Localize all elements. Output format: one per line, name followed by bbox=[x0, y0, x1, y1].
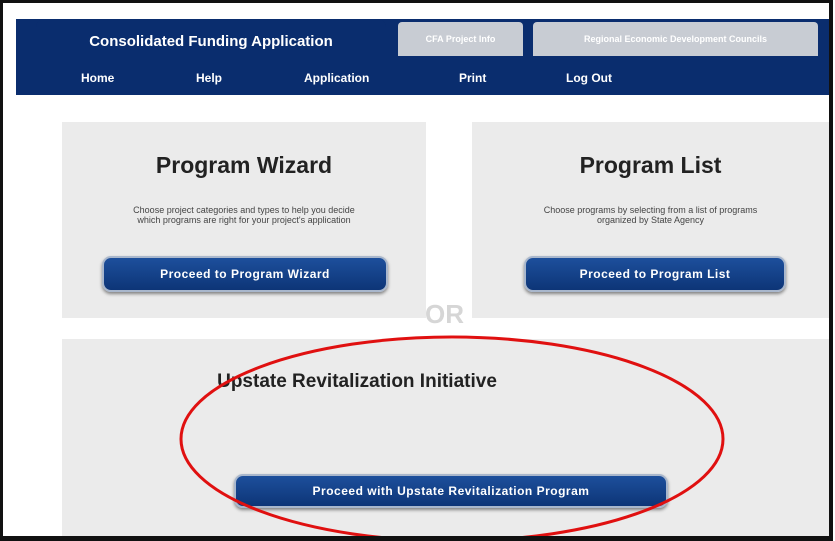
screenshot-frame: Consolidated Funding Application CFA Pro… bbox=[0, 0, 833, 541]
red-ellipse-annotation bbox=[179, 335, 725, 536]
annotation-ellipse bbox=[179, 335, 725, 536]
